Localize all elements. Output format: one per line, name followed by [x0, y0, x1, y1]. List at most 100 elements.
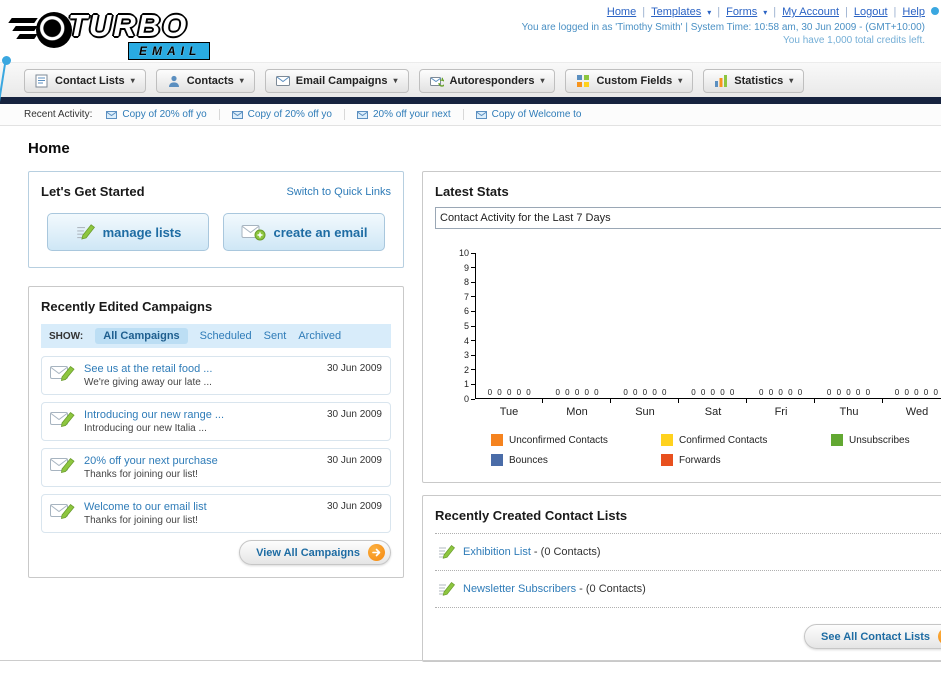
nav-custom-fields-button[interactable]: Custom Fields ▾ — [565, 68, 694, 93]
campaign-row[interactable]: See us at the retail food ... We're givin… — [41, 356, 391, 395]
nav-label: Contact Lists — [55, 74, 125, 87]
recent-activity-bar: Recent Activity: Copy of 20% off yo Copy… — [0, 104, 941, 126]
credits-info: You have 1,000 total credits left. — [783, 35, 925, 46]
tab-all-campaigns[interactable]: All Campaigns — [95, 328, 188, 344]
recent-activity-link[interactable]: Copy of 20% off yo — [248, 109, 332, 120]
nav-autoresponders-button[interactable]: Autoresponders ▾ — [418, 68, 556, 93]
get-started-title: Let's Get Started — [41, 184, 145, 199]
campaign-date: 30 Jun 2009 — [326, 363, 382, 374]
show-label: SHOW: — [49, 330, 84, 342]
manage-lists-label: manage lists — [102, 224, 182, 240]
chart-y-tick-label: 2 — [464, 365, 475, 375]
latest-stats-panel: Latest Stats Contact Activity for the La… — [422, 171, 941, 483]
chevron-down-icon: ▾ — [239, 76, 244, 85]
legend-label: Unsubscribes — [849, 434, 910, 446]
manage-lists-button[interactable]: manage lists — [47, 213, 209, 251]
link-separator: | — [893, 6, 897, 18]
chevron-down-icon: ▾ — [393, 76, 398, 85]
left-column: Let's Get Started Switch to Quick Links … — [28, 171, 404, 578]
campaign-title-link[interactable]: Introducing our new range ... — [84, 409, 224, 421]
recent-contact-lists-panel: Recently Created Contact Lists Exhibitio… — [422, 495, 941, 662]
stats-range-select[interactable]: Contact Activity for the Last 7 Days — [435, 207, 941, 229]
contact-list-count: - (0 Contacts) — [576, 583, 646, 595]
legend-item: Unsubscribes — [831, 434, 941, 446]
pencil-list-icon — [439, 545, 455, 559]
contact-list-items: Exhibition List - (0 Contacts) Newslette… — [435, 533, 941, 608]
recent-activity-link[interactable]: 20% off your next — [373, 109, 451, 120]
chart-x-tick — [815, 399, 883, 403]
chart-y-tick-label: 5 — [464, 321, 475, 331]
chart-x-tick — [611, 399, 679, 403]
campaign-title-link[interactable]: 20% off your next purchase — [84, 455, 218, 467]
campaign-title-link[interactable]: See us at the retail food ... — [84, 363, 212, 375]
create-email-button[interactable]: create an email — [223, 213, 385, 251]
tab-archived[interactable]: Archived — [298, 330, 341, 342]
nav-label: Autoresponders — [449, 74, 535, 87]
recent-activity-link[interactable]: Copy of 20% off yo — [122, 109, 206, 120]
legend-label: Unconfirmed Contacts — [509, 434, 608, 446]
get-started-panel: Let's Get Started Switch to Quick Links … — [28, 171, 404, 268]
top-link-templates[interactable]: Templates — [651, 6, 701, 18]
view-all-campaigns-button[interactable]: View All Campaigns — [239, 540, 391, 565]
nav-contact-lists-button[interactable]: Contact Lists ▾ — [24, 68, 146, 93]
envelope-plus-icon — [241, 225, 266, 241]
campaigns-title: Recently Edited Campaigns — [41, 299, 213, 314]
envelope-icon — [231, 110, 243, 119]
campaign-date: 30 Jun 2009 — [326, 409, 382, 420]
contact-lists-title: Recently Created Contact Lists — [435, 508, 628, 523]
grid-icon — [577, 74, 590, 87]
contact-list-link[interactable]: Newsletter Subscribers — [463, 583, 576, 595]
chart-value-labels: 0 0 0 0 0 — [826, 388, 872, 397]
top-link-logout[interactable]: Logout — [854, 6, 888, 18]
chart-category-label: Fri — [774, 406, 788, 418]
footer-divider — [0, 660, 941, 661]
nav-email-campaigns-button[interactable]: Email Campaigns ▾ — [264, 68, 409, 93]
nav-label: Contacts — [186, 74, 234, 87]
contact-list-link[interactable]: Exhibition List — [463, 546, 531, 558]
nav-label: Statistics — [734, 74, 784, 87]
envelope-icon — [106, 110, 118, 119]
contact-activity-chart: 0 1 2 3 4 5 6 7 8 9 10 0 0 0 0 00 0 0 0 00 0 0 0 0… — [435, 248, 941, 418]
recent-activity-item: Copy of 20% off yo — [104, 109, 220, 120]
chart-plot-column: 0 0 0 0 0 0 0 0 0 0 0 0 0 0 0 0 0 0 0 0 0 0 … — [475, 253, 941, 418]
logo-text: TURBO — [68, 8, 189, 43]
chart-plot: 0 0 0 0 0 0 0 0 0 0 0 0 0 0 0 0 0 0 0 0 0 0 … — [475, 253, 941, 399]
campaign-subtitle: We're giving away our late ... — [84, 377, 212, 388]
contact-list-row[interactable]: Newsletter Subscribers - (0 Contacts) — [435, 571, 941, 608]
page: TURBO EMAIL Home | Templates ▾ | Forms ▾ | My… — [0, 0, 941, 683]
chart-value-labels: 0 0 0 0 0 — [759, 388, 804, 397]
chevron-down-icon: ▾ — [678, 76, 683, 85]
chart-value-labels: 0 0 0 0 0 — [691, 388, 736, 397]
top-link-my-account[interactable]: My Account — [782, 6, 839, 18]
legend-item: Unconfirmed Contacts — [491, 434, 661, 446]
top-link-forms[interactable]: Forms — [726, 6, 757, 18]
campaign-date: 30 Jun 2009 — [326, 455, 382, 466]
header-right: Home | Templates ▾ | Forms ▾ | My Account | Lo… — [522, 6, 925, 46]
see-all-contact-lists-button[interactable]: See All Contact Lists — [803, 624, 941, 649]
nav-contacts-button[interactable]: Contacts ▾ — [155, 68, 255, 93]
campaign-row[interactable]: Introducing our new range ... Introducing… — [41, 402, 391, 441]
legend-swatch — [661, 434, 673, 446]
top-link-home[interactable]: Home — [607, 6, 636, 18]
latest-stats-title: Latest Stats — [435, 184, 509, 199]
nav-statistics-button[interactable]: Statistics ▾ — [703, 68, 805, 93]
chevron-down-icon: ▾ — [789, 76, 794, 85]
chart-y-axis: 0 1 2 3 4 5 6 7 8 9 10 — [449, 248, 475, 404]
chart-x-tick — [543, 399, 611, 403]
link-separator: | — [642, 6, 646, 18]
contact-list-row[interactable]: Exhibition List - (0 Contacts) — [435, 534, 941, 571]
campaign-title-link[interactable]: Welcome to our email list — [84, 501, 207, 513]
tab-sent[interactable]: Sent — [264, 330, 287, 342]
tab-scheduled[interactable]: Scheduled — [200, 330, 252, 342]
chart-value-labels: 0 0 0 0 0 — [894, 388, 940, 397]
top-link-help[interactable]: Help — [902, 6, 925, 18]
switch-quick-links-link[interactable]: Switch to Quick Links — [286, 186, 391, 198]
campaign-row[interactable]: 20% off your next purchase Thanks for joi… — [41, 448, 391, 487]
chart-y-tick-label: 1 — [464, 379, 475, 389]
chart-value-labels: 0 0 0 0 0 — [623, 388, 668, 397]
chevron-down-icon: ▾ — [763, 7, 768, 17]
recent-activity-link[interactable]: Copy of Welcome to — [492, 109, 582, 120]
nav-label: Custom Fields — [596, 74, 673, 87]
page-title: Home — [28, 140, 70, 157]
campaign-row[interactable]: Welcome to our email list Thanks for join… — [41, 494, 391, 533]
